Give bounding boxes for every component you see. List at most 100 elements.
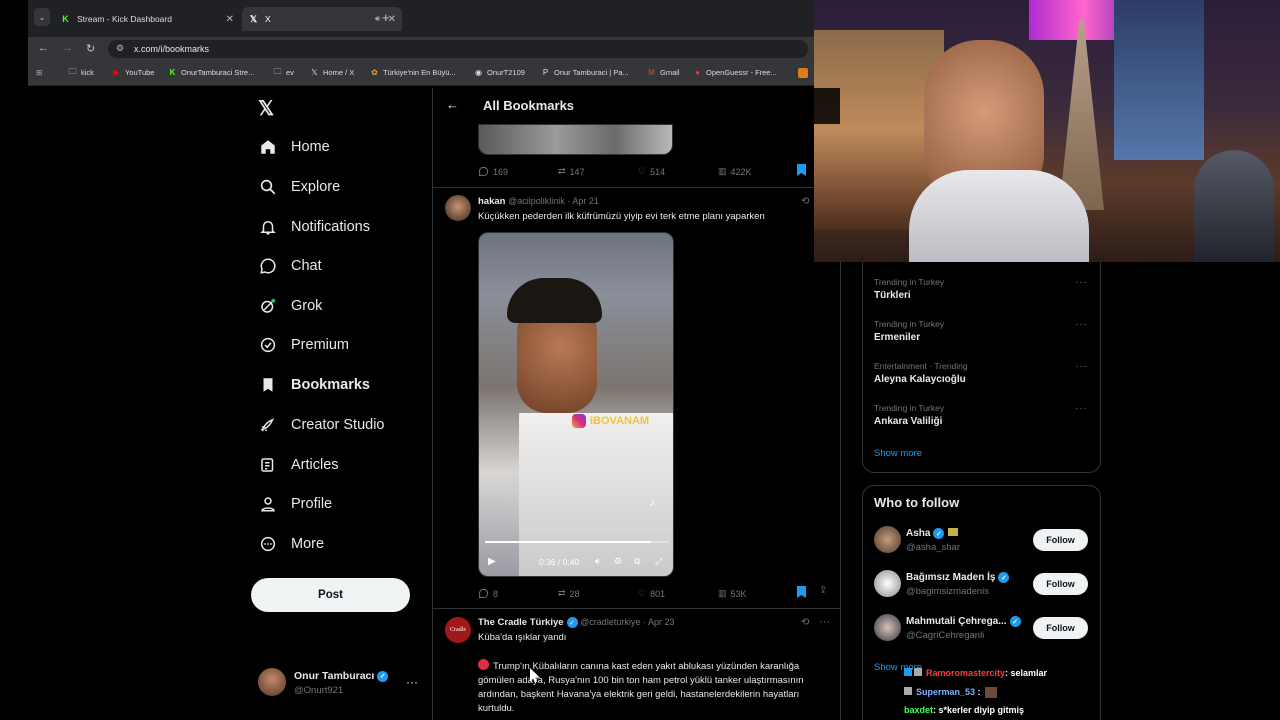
- like-button[interactable]: ♡ 514: [638, 166, 665, 177]
- bookmark-gmail[interactable]: M Gmail: [647, 68, 679, 77]
- like-button[interactable]: ♡ 801: [638, 588, 665, 599]
- account-handle: @Onurt921: [294, 685, 344, 696]
- speaker-icon[interactable]: 🔊︎: [375, 14, 380, 24]
- follow-user-name[interactable]: Asha ✓: [906, 528, 959, 539]
- tweet-date[interactable]: · Apr 21: [567, 196, 599, 206]
- video-progress-track[interactable]: [485, 541, 669, 543]
- post-button[interactable]: Post: [251, 578, 410, 612]
- tab-search-button[interactable]: ⌄: [34, 8, 50, 26]
- sidebar-item-articles[interactable]: Articles: [258, 453, 339, 477]
- reply-icon: [478, 588, 489, 599]
- avatar[interactable]: [874, 526, 901, 553]
- settings-icon[interactable]: ⚙: [614, 556, 622, 567]
- trend-more-icon[interactable]: ···: [1075, 403, 1088, 414]
- avatar[interactable]: [874, 614, 901, 641]
- trend-item[interactable]: Trending in Turkey Ankara Valiliği: [874, 403, 944, 427]
- back-arrow-icon[interactable]: ←: [446, 97, 459, 112]
- more-options-icon[interactable]: ···: [819, 616, 830, 628]
- umbrella: [1059, 20, 1104, 210]
- search-icon: [258, 177, 278, 197]
- repost-icon: ⇄: [558, 166, 566, 176]
- bookmark-turkiye[interactable]: ✿ Türkiye'nin En Büyü...: [370, 68, 456, 77]
- trend-more-icon[interactable]: ···: [1075, 361, 1088, 372]
- sidebar-item-grok[interactable]: Grok: [258, 294, 322, 318]
- trend-more-icon[interactable]: ···: [1075, 277, 1088, 288]
- bookmark-youtube[interactable]: ▶ YouTube: [112, 68, 154, 77]
- bookmark-filled-icon[interactable]: [797, 164, 806, 176]
- follow-user-name[interactable]: Bağımsız Maden İş ✓: [906, 572, 1010, 583]
- sidebar-item-premium[interactable]: Premium: [258, 333, 349, 357]
- bookmark-home-x[interactable]: 𝕏 Home / X: [310, 68, 354, 77]
- sidebar-item-home[interactable]: Home: [258, 135, 330, 159]
- follow-button[interactable]: Follow: [1033, 529, 1088, 551]
- back-icon[interactable]: ←: [38, 42, 49, 54]
- bookmark-ev[interactable]: 🗀 ev: [273, 67, 294, 78]
- reload-icon[interactable]: ↻: [86, 42, 95, 55]
- tweet-text: Küçükken pederden ilk küfrümüzü yiyip ev…: [478, 211, 765, 222]
- author-name[interactable]: The Cradle Türkiye: [478, 617, 564, 628]
- pip-icon[interactable]: ⧉: [634, 556, 640, 567]
- account-name[interactable]: Onur Tamburacı ✓: [294, 670, 389, 682]
- fullscreen-icon[interactable]: ⤢: [655, 556, 662, 567]
- bookmark-filled-icon[interactable]: [797, 586, 806, 598]
- views-button[interactable]: ▥ 53K: [718, 588, 747, 599]
- trend-item[interactable]: Entertainment · Trending Aleyna Kalaycıo…: [874, 361, 968, 385]
- grok-icon[interactable]: ⟲: [801, 196, 809, 207]
- tweet-video[interactable]: iBOVANAM ♪ ▶ 0:36 / 0:40 🔉︎ ⚙ ⧉ ⤢: [478, 232, 674, 577]
- avatar[interactable]: [258, 668, 286, 696]
- tab-x[interactable]: 𝕏 X 🔊︎ ✕: [242, 7, 402, 31]
- tweet-date[interactable]: · Apr 23: [643, 617, 675, 627]
- sidebar-item-notifications[interactable]: Notifications: [258, 215, 370, 239]
- sidebar-item-explore[interactable]: Explore: [258, 175, 340, 199]
- follow-button[interactable]: Follow: [1033, 617, 1088, 639]
- site-icon: ✿: [371, 68, 378, 77]
- volume-icon[interactable]: 🔉︎: [595, 556, 601, 567]
- share-icon[interactable]: ⇪: [819, 585, 827, 596]
- repost-button[interactable]: ⇄ 147: [558, 166, 585, 177]
- sidebar-item-profile[interactable]: Profile: [258, 492, 332, 516]
- timeline-header: ← All Bookmarks: [433, 88, 840, 124]
- reply-button[interactable]: 8: [478, 588, 498, 599]
- author-handle[interactable]: @cradleturkiye: [580, 617, 640, 627]
- apps-icon[interactable]: ⊞: [36, 68, 42, 77]
- background-person: [1194, 150, 1274, 262]
- grok-icon[interactable]: ⟲: [801, 617, 809, 628]
- follow-button[interactable]: Follow: [1033, 573, 1088, 595]
- sidebar-item-creator-studio[interactable]: Creator Studio: [258, 413, 385, 437]
- avatar[interactable]: Cradle: [445, 617, 471, 643]
- repost-button[interactable]: ⇄ 28: [558, 588, 580, 599]
- avatar[interactable]: [874, 570, 901, 597]
- extension-icon[interactable]: [798, 68, 808, 78]
- forward-icon[interactable]: →: [62, 42, 73, 54]
- chat-message: Superman_53 :: [904, 687, 997, 699]
- site-info-icon[interactable]: ⚙: [116, 43, 124, 54]
- reply-button[interactable]: 169: [478, 166, 508, 177]
- trend-more-icon[interactable]: ···: [1075, 319, 1088, 330]
- bookmark-openguessr[interactable]: ● OpenGuessr - Free...: [693, 68, 777, 77]
- new-tab-button[interactable]: +: [382, 10, 390, 25]
- sidebar-item-bookmarks[interactable]: Bookmarks: [258, 373, 370, 397]
- avatar[interactable]: [445, 195, 471, 221]
- bookmark-onurtamburaci-stream[interactable]: K OnurTamburaci Stre...: [168, 68, 255, 77]
- author-handle[interactable]: @acilpoliklinik: [508, 196, 565, 206]
- play-icon[interactable]: ▶: [488, 556, 496, 567]
- tweet-media[interactable]: [478, 124, 673, 155]
- bookmark-onurt2109[interactable]: ◉ OnurT2109: [474, 68, 525, 77]
- show-more-link[interactable]: Show more: [874, 448, 922, 459]
- verified-icon: ✓: [1009, 616, 1021, 627]
- address-bar[interactable]: ⚙ x.com/i/bookmarks: [108, 40, 808, 58]
- sidebar-item-chat[interactable]: Chat: [258, 254, 322, 278]
- trend-item[interactable]: Trending in Turkey Ermeniler: [874, 319, 944, 343]
- follow-user-name[interactable]: Mahmutali Çehrega... ✓: [906, 616, 1021, 627]
- close-icon[interactable]: ✕: [226, 14, 234, 25]
- author-name[interactable]: hakan: [478, 196, 505, 207]
- x-logo-icon[interactable]: 𝕏: [258, 96, 274, 121]
- sidebar-item-more[interactable]: More: [258, 532, 324, 556]
- views-icon: ▥: [718, 588, 727, 598]
- account-more-icon[interactable]: ···: [406, 675, 418, 689]
- tab-kick-dashboard[interactable]: K Stream - Kick Dashboard ✕: [54, 7, 240, 31]
- bookmark-kick[interactable]: 🗀 kick: [68, 67, 94, 78]
- bookmark-onur-tamburaci-pa[interactable]: P Onur Tamburaci | Pa...: [541, 68, 629, 77]
- trend-item[interactable]: Trending in Turkey Türkleri: [874, 277, 944, 301]
- views-button[interactable]: ▥ 422K: [718, 166, 752, 177]
